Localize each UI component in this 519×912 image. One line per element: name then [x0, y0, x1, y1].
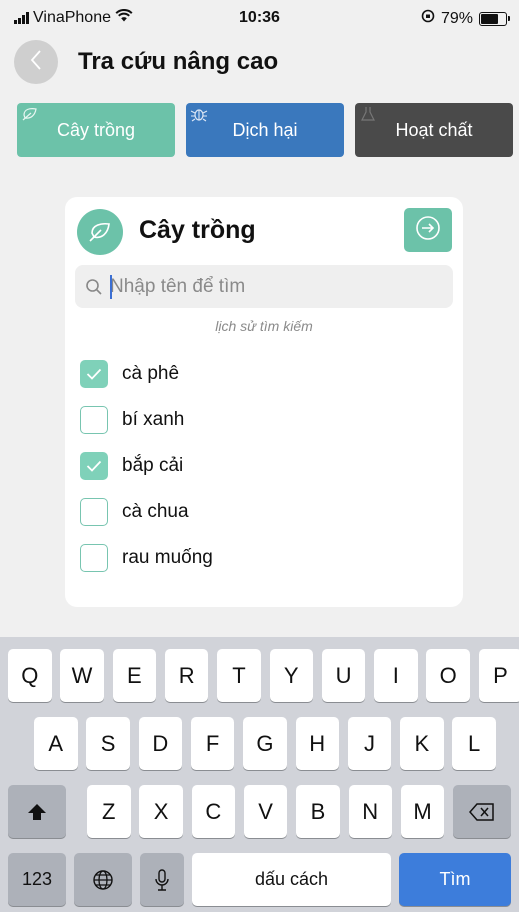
go-button[interactable]: [404, 208, 452, 252]
search-icon: [85, 278, 103, 301]
search-box: [75, 265, 453, 308]
history-item[interactable]: cà chua: [80, 489, 213, 535]
key-m[interactable]: M: [400, 785, 445, 838]
search-input[interactable]: [110, 265, 440, 308]
history-list: cà phê bí xanh bắp cải cà chua rau muống: [80, 351, 213, 581]
numbers-key[interactable]: 123: [8, 853, 66, 906]
shift-icon: [28, 803, 46, 820]
key-r[interactable]: R: [164, 649, 209, 702]
keyboard: Q W E R T Y U I O P A S D F G H J K L Z X C V B N M 123 dấu cách Tìm: [0, 637, 519, 912]
tab-active-ingredients[interactable]: Hoạt chất: [355, 103, 513, 157]
chevron-left-icon: [29, 49, 43, 76]
history-item[interactable]: cà phê: [80, 351, 213, 397]
battery-percent: 79%: [440, 9, 473, 27]
key-z[interactable]: Z: [87, 785, 131, 838]
key-s[interactable]: S: [86, 717, 130, 770]
key-y[interactable]: Y: [269, 649, 313, 702]
flask-icon: [359, 105, 377, 123]
bug-icon: [190, 105, 208, 123]
key-l[interactable]: L: [452, 717, 496, 770]
backspace-icon: [469, 802, 494, 821]
history-item-label: bí xanh: [122, 409, 185, 430]
key-n[interactable]: N: [348, 785, 392, 838]
key-v[interactable]: V: [243, 785, 288, 838]
microphone-key[interactable]: [140, 853, 184, 906]
space-key[interactable]: dấu cách: [192, 853, 391, 906]
key-k[interactable]: K: [400, 717, 444, 770]
key-w[interactable]: W: [60, 649, 104, 702]
header: Tra cứu nâng cao: [0, 40, 519, 84]
page-title: Tra cứu nâng cao: [78, 48, 279, 75]
checkmark-icon: [86, 460, 102, 472]
key-c[interactable]: C: [191, 785, 236, 838]
history-item[interactable]: rau muống: [80, 535, 213, 581]
backspace-key[interactable]: [453, 785, 511, 838]
key-x[interactable]: X: [139, 785, 183, 838]
tab-label: Cây trồng: [56, 119, 136, 140]
search-card: Cây trồng lịch sử tìm kiếm cà phê bí xanh…: [65, 197, 463, 607]
tab-pests[interactable]: Dịch hại: [186, 103, 344, 157]
history-checkbox[interactable]: [80, 544, 108, 572]
tab-crops[interactable]: Cây trồng: [17, 103, 175, 157]
rotation-lock-icon: [421, 9, 435, 28]
history-checkbox[interactable]: [80, 406, 108, 434]
back-button[interactable]: [14, 40, 58, 84]
key-d[interactable]: D: [138, 717, 183, 770]
shift-key[interactable]: [8, 785, 66, 838]
key-o[interactable]: O: [426, 649, 470, 702]
card-title: Cây trồng: [139, 216, 256, 244]
key-p[interactable]: P: [478, 649, 519, 702]
globe-icon: [93, 869, 113, 890]
key-t[interactable]: T: [217, 649, 261, 702]
tab-label: Hoạt chất: [395, 119, 473, 140]
key-g[interactable]: G: [243, 717, 287, 770]
text-cursor: [110, 275, 112, 299]
key-a[interactable]: A: [34, 717, 78, 770]
key-i[interactable]: I: [374, 649, 418, 702]
key-b[interactable]: B: [296, 785, 340, 838]
leaf-icon: [21, 105, 39, 123]
status-bar: VinaPhone 10:36 79%: [0, 0, 519, 34]
category-tabs: Cây trồng Dịch hại Hoạt chất: [17, 103, 513, 157]
microphone-icon: [155, 868, 169, 891]
key-u[interactable]: U: [321, 649, 366, 702]
key-j[interactable]: J: [347, 717, 392, 770]
history-item-label: cà chua: [122, 501, 189, 522]
globe-key[interactable]: [74, 853, 132, 906]
tab-label: Dịch hại: [232, 119, 298, 140]
leaf-icon: [77, 209, 123, 255]
search-return-key[interactable]: Tìm: [399, 853, 511, 906]
history-item-label: bắp cải: [122, 455, 184, 476]
battery-icon: [479, 11, 510, 26]
arrow-right-circle-icon: [414, 214, 442, 247]
history-item[interactable]: bí xanh: [80, 397, 213, 443]
history-item-label: rau muống: [122, 547, 213, 568]
history-item-label: cà phê: [122, 363, 180, 384]
history-label: lịch sử tìm kiếm: [215, 318, 313, 334]
history-checkbox[interactable]: [80, 498, 108, 526]
checkmark-icon: [86, 368, 102, 380]
history-checkbox[interactable]: [80, 360, 108, 388]
history-checkbox[interactable]: [80, 452, 108, 480]
key-f[interactable]: F: [190, 717, 235, 770]
battery-fill: [481, 13, 498, 24]
key-q[interactable]: Q: [8, 649, 52, 702]
history-item[interactable]: bắp cải: [80, 443, 213, 489]
key-h[interactable]: H: [295, 717, 339, 770]
key-e[interactable]: E: [112, 649, 157, 702]
